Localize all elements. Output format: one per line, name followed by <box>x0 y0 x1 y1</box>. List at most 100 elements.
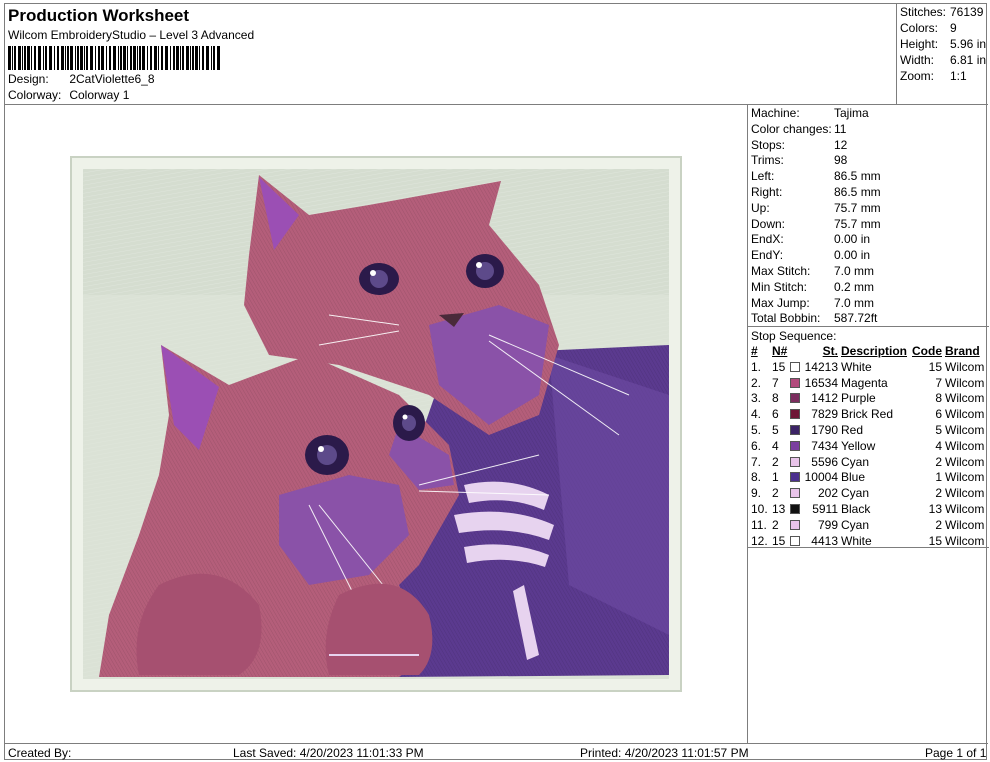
row-stitches: 7829 <box>811 407 838 422</box>
color-swatch <box>790 472 800 483</box>
row-n: 2 <box>772 454 779 469</box>
table-row: 6. 4 7434 Yellow 4 Wilcom <box>748 439 989 455</box>
header-st: St. <box>822 344 838 358</box>
row-num: 4. <box>751 407 762 422</box>
stat-label: Color changes: <box>751 121 832 136</box>
row-stitches: 1790 <box>811 422 838 437</box>
row-description: Blue <box>841 470 866 485</box>
row-brand: Wilcom <box>945 533 985 548</box>
row-code: 7 <box>935 375 942 390</box>
stat-row: Right: 86.5 mm <box>751 185 881 199</box>
stat-label: Right: <box>751 185 783 199</box>
stat-row: Total Bobbin: 587.72ft <box>751 311 877 325</box>
stat-row: Max Stitch: 7.0 mm <box>751 264 874 278</box>
row-stitches: 799 <box>817 517 838 532</box>
stat-value: 0.00 in <box>834 232 871 247</box>
row-num: 6. <box>751 438 762 453</box>
row-n: 2 <box>772 486 779 501</box>
header-num: # <box>751 344 758 358</box>
row-code: 2 <box>935 454 942 469</box>
row-stitches: 14213 <box>804 359 838 374</box>
header-desc: Description <box>841 344 908 358</box>
stitches-label: Stitches: <box>900 5 947 19</box>
row-description: White <box>841 533 872 548</box>
embroidery-image <box>70 156 682 692</box>
stat-value: 12 <box>834 137 848 152</box>
zoom-row: Zoom: 1:1 <box>900 69 967 83</box>
row-n: 13 <box>772 501 786 516</box>
stat-label: Max Jump: <box>751 295 810 310</box>
row-n: 5 <box>772 422 779 437</box>
colorway-row: Colorway: Colorway 1 <box>8 88 129 102</box>
machine-stats-panel: Machine: Tajima Color changes: 11 Stops: 12 Tr… <box>747 105 989 743</box>
height-label: Height: <box>900 37 939 51</box>
row-num: 11. <box>751 517 767 532</box>
stat-row: Color changes: 11 <box>751 122 846 136</box>
stat-label: Up: <box>751 200 770 215</box>
row-brand: Wilcom <box>945 375 985 390</box>
color-swatch <box>790 503 800 514</box>
table-row: 4. 6 7829 Brick Red 6 Wilcom <box>748 407 989 423</box>
row-brand: Wilcom <box>945 501 985 516</box>
stop-sequence-table: # N# St. Description Code Brand 1. 15 1421… <box>748 344 989 549</box>
row-brand: Wilcom <box>945 454 985 469</box>
table-header: # N# St. Description Code Brand <box>748 344 989 360</box>
stat-label: Trims: <box>751 153 784 168</box>
colors-label: Colors: <box>900 21 939 35</box>
stat-row: Up: 75.7 mm <box>751 201 881 215</box>
stat-value: 75.7 mm <box>834 200 881 215</box>
color-swatch <box>790 409 800 420</box>
colorway-value: Colorway 1 <box>69 88 130 102</box>
table-row: 8. 1 10004 Blue 1 Wilcom <box>748 470 989 486</box>
table-row: 7. 2 5596 Cyan 2 Wilcom <box>748 455 989 471</box>
row-num: 12. <box>751 533 768 548</box>
color-swatch <box>790 361 800 372</box>
row-code: 2 <box>935 517 942 532</box>
width-row: Width: 6.81 in <box>900 53 986 67</box>
stat-row: Down: 75.7 mm <box>751 217 881 231</box>
row-brand: Wilcom <box>945 422 985 437</box>
stitches-value: 76139 <box>950 5 984 19</box>
summary-panel: Stitches: 76139 Colors: 9 Height: 5.96 in W… <box>896 4 988 105</box>
stitches-row: Stitches: 76139 <box>900 5 983 19</box>
stat-row: Left: 86.5 mm <box>751 169 881 183</box>
design-preview <box>5 105 747 743</box>
row-n: 7 <box>772 375 779 390</box>
color-swatch <box>790 377 800 388</box>
row-n: 15 <box>772 359 786 374</box>
row-n: 2 <box>772 517 779 532</box>
row-description: Red <box>841 422 864 437</box>
row-n: 15 <box>772 533 786 548</box>
barcode-icon <box>8 46 220 70</box>
row-description: Cyan <box>841 517 870 532</box>
row-description: Yellow <box>841 438 876 453</box>
color-swatch <box>790 519 800 530</box>
row-code: 15 <box>928 533 942 548</box>
row-brand: Wilcom <box>945 391 985 406</box>
stat-value: 86.5 mm <box>834 169 881 184</box>
stat-label: Down: <box>751 216 786 231</box>
row-description: Purple <box>841 391 876 406</box>
row-stitches: 5911 <box>812 501 838 516</box>
design-value: 2CatViolette6_8 <box>69 72 155 86</box>
stat-label: EndY: <box>751 248 784 263</box>
stat-row: Machine: Tajima <box>751 106 869 120</box>
width-label: Width: <box>900 53 935 67</box>
color-swatch <box>790 535 800 546</box>
design-label: Design: <box>8 72 49 86</box>
row-num: 1. <box>751 359 762 374</box>
row-description: Cyan <box>841 486 870 501</box>
row-n: 8 <box>772 391 779 406</box>
stat-label: Machine: <box>751 106 800 120</box>
stat-value: 98 <box>834 153 848 168</box>
row-n: 1 <box>772 470 779 485</box>
design-row: Design: 2CatViolette6_8 <box>8 72 155 86</box>
row-brand: Wilcom <box>945 517 985 532</box>
last-saved: Last Saved: 4/20/2023 11:01:33 PM <box>233 746 424 760</box>
table-row: 3. 8 1412 Purple 8 Wilcom <box>748 391 989 407</box>
header-n: N# <box>772 344 788 358</box>
page-number: Page 1 of 1 <box>925 746 987 760</box>
row-brand: Wilcom <box>945 359 985 374</box>
stat-value: 75.7 mm <box>834 216 881 231</box>
page-title: Production Worksheet <box>8 6 190 25</box>
